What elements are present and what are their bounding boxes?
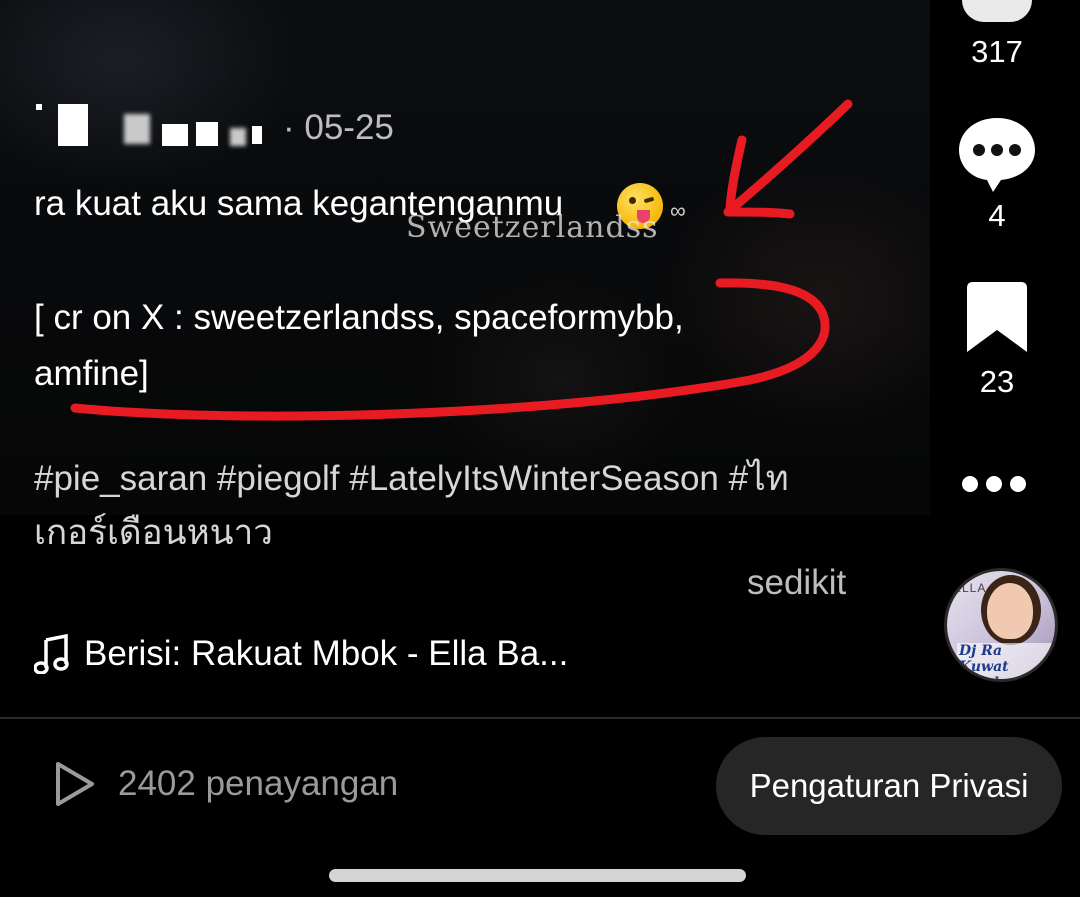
views-row: 2402 penayangan: [54, 760, 398, 808]
likes-count: 317: [971, 34, 1023, 69]
home-indicator[interactable]: [329, 869, 746, 882]
music-row[interactable]: Berisi: Rakuat Mbok - Ella Ba...: [34, 634, 568, 674]
play-icon: [56, 762, 94, 806]
comments-count: 4: [988, 198, 1006, 233]
views-count: 2402 penayangan: [118, 764, 399, 803]
music-title: Berisi: Rakuat Mbok - Ella Ba...: [84, 634, 569, 673]
comment-bubble-icon[interactable]: [957, 114, 1037, 194]
divider: [0, 717, 1080, 719]
video-background[interactable]: [0, 0, 930, 515]
bookmarks-count: 23: [979, 364, 1015, 399]
credit-text: [ cr on X : sweetzerlandss, spaceformybb…: [34, 298, 684, 393]
disc-brand: ELLA: [953, 581, 987, 595]
music-disc-thumbnail[interactable]: ELLA Dj Ra Kuwat Mbok: [947, 571, 1055, 679]
music-note-icon: [34, 634, 69, 674]
disc-label: Dj Ra Kuwat Mbok: [957, 643, 1055, 679]
caption-infinity-symbol: ∞: [670, 198, 686, 223]
video-watermark: Sweetzerlandss: [406, 210, 659, 245]
privacy-settings-button[interactable]: Pengaturan Privasi: [716, 737, 1062, 835]
more-dots-icon[interactable]: [962, 476, 1026, 492]
heart-icon[interactable]: [962, 0, 1032, 22]
post-date: · 05-25: [283, 108, 394, 147]
bookmark-icon[interactable]: [967, 282, 1027, 352]
see-less-link[interactable]: sedikit: [747, 563, 846, 603]
hashtags[interactable]: #pie_saran #piegolf #LatelyItsWinterSeas…: [34, 452, 854, 560]
